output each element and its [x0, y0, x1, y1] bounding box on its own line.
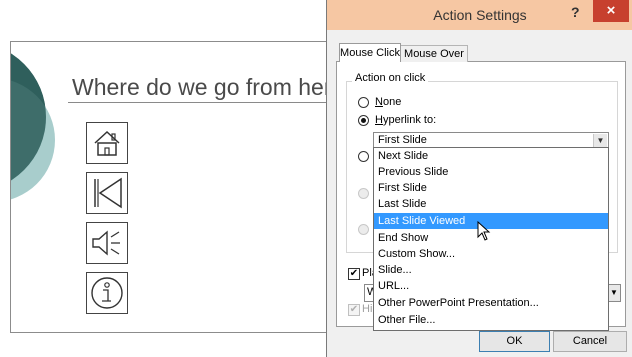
- mouse-pointer-icon: [477, 221, 491, 241]
- home-icon: [94, 130, 120, 156]
- radio-object-action: [358, 224, 369, 235]
- dialog-titlebar[interactable]: Action Settings ? ×: [327, 0, 632, 30]
- radio-none-label[interactable]: None: [375, 96, 401, 108]
- dropdown-item-first-slide[interactable]: First Slide: [374, 180, 608, 196]
- ok-button[interactable]: OK: [479, 331, 550, 352]
- action-on-click-label: Action on click: [352, 72, 429, 84]
- tab-mouse-over[interactable]: Mouse Over: [400, 45, 468, 62]
- sound-icon: [92, 230, 120, 256]
- slide-decoration: [11, 53, 55, 200]
- dropdown-item-url[interactable]: URL...: [374, 278, 608, 294]
- dropdown-item-other-file[interactable]: Other File...: [374, 312, 608, 328]
- home-action-button[interactable]: [86, 122, 128, 164]
- highlight-click-checkbox: ✔: [348, 304, 360, 316]
- close-button[interactable]: ×: [593, 0, 629, 22]
- help-button[interactable]: ?: [571, 4, 580, 20]
- dropdown-item-last-slide[interactable]: Last Slide: [374, 196, 608, 212]
- back-to-beginning-icon: [94, 177, 122, 209]
- radio-hyperlink[interactable]: [358, 115, 369, 126]
- dropdown-item-custom-show[interactable]: Custom Show...: [374, 246, 608, 262]
- chevron-down-icon[interactable]: ▼: [593, 134, 607, 147]
- cancel-button[interactable]: Cancel: [553, 331, 627, 352]
- radio-run-program[interactable]: [358, 151, 369, 162]
- sound-select-arrow[interactable]: ▼: [607, 284, 621, 302]
- dropdown-item-next-slide[interactable]: Next Slide: [374, 148, 608, 164]
- title-divider: [68, 102, 330, 103]
- beginning-action-button[interactable]: [86, 172, 128, 214]
- radio-run-macro: [358, 188, 369, 199]
- tab-mouse-click[interactable]: Mouse Click: [339, 43, 401, 62]
- hyperlink-dropdown-list[interactable]: Next Slide Previous Slide First Slide La…: [373, 147, 609, 331]
- dropdown-item-end-show[interactable]: End Show: [374, 230, 608, 246]
- information-icon: [91, 277, 123, 309]
- slide-title: Where do we go from here?: [72, 74, 358, 100]
- radio-none[interactable]: [358, 97, 369, 108]
- highlight-click-label: Hi: [362, 303, 373, 315]
- play-sound-checkbox[interactable]: ✔: [348, 268, 360, 280]
- dropdown-item-other-presentation[interactable]: Other PowerPoint Presentation...: [374, 295, 608, 311]
- sound-action-button[interactable]: [86, 222, 128, 264]
- radio-hyperlink-label[interactable]: Hyperlink to:: [375, 114, 436, 126]
- dialog-title: Action Settings: [433, 7, 527, 23]
- information-action-button[interactable]: [86, 272, 128, 314]
- dropdown-item-previous-slide[interactable]: Previous Slide: [374, 164, 608, 180]
- dropdown-item-last-slide-viewed[interactable]: Last Slide Viewed: [374, 213, 608, 229]
- hyperlink-select-value: First Slide: [378, 134, 427, 146]
- dropdown-item-slide[interactable]: Slide...: [374, 262, 608, 278]
